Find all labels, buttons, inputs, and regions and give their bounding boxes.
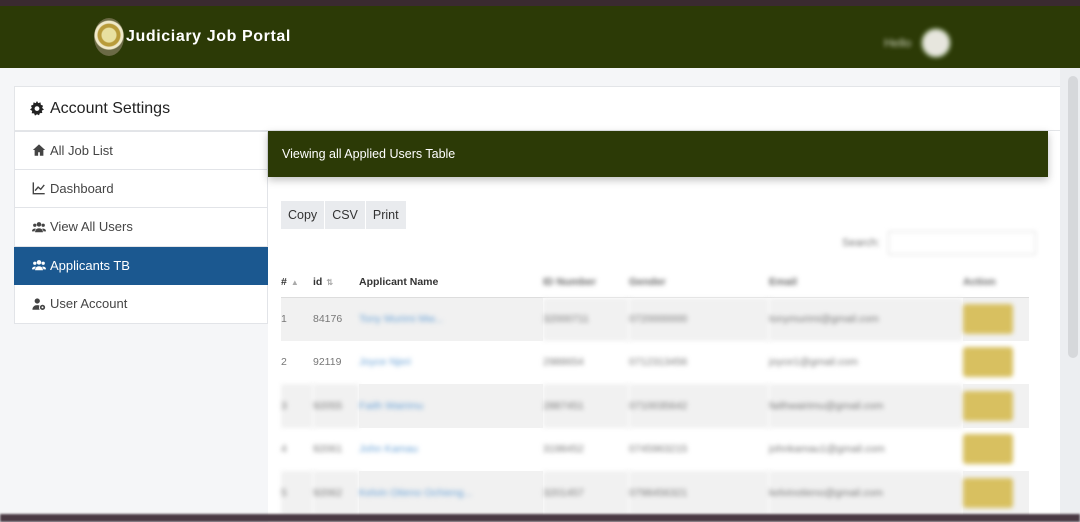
row-id: 92055: [313, 384, 359, 428]
action-cell: [963, 341, 1029, 385]
users-icon: [32, 260, 46, 271]
top-navbar: Judiciary Job Portal Hello: [0, 0, 1080, 68]
gender-cell: 0720000000: [629, 297, 769, 341]
table-row: 5 92062 Kelvin Otieno Ochieng... 3201457…: [281, 471, 1029, 515]
gender-cell: 0712313456: [629, 356, 688, 369]
user-menu[interactable]: Hello: [884, 28, 952, 58]
applicants-card: Viewing all Applied Users Table Copy CSV…: [268, 131, 1060, 522]
row-id: 92062: [313, 471, 359, 515]
window-bottom-edge: [0, 514, 1080, 522]
users-icon: [32, 221, 46, 232]
copy-button[interactable]: Copy: [281, 201, 325, 229]
column-header-action[interactable]: Action: [963, 267, 1029, 298]
scrollbar[interactable]: [1068, 76, 1078, 358]
column-header-id-number[interactable]: ID Number: [543, 267, 629, 298]
table-row: 3 92055 Faith Wairimu 2887451 0710035642…: [281, 384, 1029, 428]
applicant-name-link[interactable]: Tony Murimi Mw...: [359, 313, 443, 325]
gear-icon: [30, 100, 44, 116]
table-row: 1 84176 Tony Murimi Mw... 32000711 07200…: [281, 297, 1029, 341]
sidebar-item-all-job-list[interactable]: All Job List: [14, 131, 268, 170]
sidebar-item-view-all-users[interactable]: View All Users: [14, 208, 268, 247]
page-title: Account Settings: [50, 99, 171, 117]
gender-cell: 0798456321: [629, 471, 769, 515]
action-button[interactable]: [963, 477, 1013, 508]
sort-icon: ⇅: [326, 277, 334, 287]
action-cell: [963, 428, 1029, 472]
id-number-cell: 2988654: [543, 356, 584, 369]
action-cell: [963, 384, 1029, 428]
card-header: Viewing all Applied Users Table: [268, 131, 1048, 177]
email-cell: kelvinotieno@gmail.com: [769, 471, 963, 515]
email-cell: johnkamau1@gmail.com: [769, 443, 885, 456]
email-cell: joyce1@gmail.com: [769, 356, 858, 369]
applicant-name-link[interactable]: Joyce Njeri: [359, 356, 411, 368]
sidebar-item-dashboard[interactable]: Dashboard: [14, 169, 268, 208]
email-cell: faithwairimu@gmail.com: [769, 384, 963, 428]
row-id: 92061: [313, 443, 343, 456]
home-icon: [32, 144, 46, 156]
avatar[interactable]: [921, 28, 952, 58]
sidebar: All Job List Dashboard View All Users Ap…: [14, 131, 268, 324]
action-cell: [963, 471, 1029, 515]
sidebar-item-label: All Job List: [50, 142, 113, 158]
applicant-name-cell: Tony Murimi Mw...: [359, 297, 543, 341]
id-number-cell: 3201457: [543, 471, 629, 515]
row-number: 5: [281, 471, 313, 515]
search-input[interactable]: [887, 231, 1036, 255]
table-header-row: # ▲ id ⇅ Applicant Name ID Number Gender E…: [281, 267, 1029, 298]
column-header-id[interactable]: id ⇅: [313, 267, 359, 298]
search-label: Search:: [842, 237, 880, 249]
print-button[interactable]: Print: [365, 201, 406, 229]
action-button[interactable]: [963, 434, 1013, 465]
applicant-name-link[interactable]: Faith Wairimu: [359, 400, 423, 412]
csv-button[interactable]: CSV: [325, 201, 365, 229]
id-number-cell: 3198452: [543, 443, 584, 456]
table-row: 4 92061 John Kamau 3198452 0745963215 jo…: [281, 428, 1029, 472]
action-button[interactable]: [963, 390, 1013, 421]
column-header-applicant-name[interactable]: Applicant Name: [359, 267, 543, 298]
sidebar-item-applicants-tb[interactable]: Applicants TB: [14, 246, 268, 285]
email-cell: tonymurimi@gmail.com: [769, 297, 963, 341]
sidebar-item-label: Dashboard: [50, 180, 114, 196]
sidebar-item-user-account[interactable]: User Account: [14, 285, 268, 324]
applicant-name-cell: Kelvin Otieno Ochieng...: [359, 471, 543, 515]
gender-cell: 0745963215: [629, 443, 688, 456]
export-buttons: Copy CSV Print: [281, 201, 407, 229]
applicant-name-cell: Joyce Njeri: [359, 341, 543, 385]
action-cell: [963, 297, 1029, 341]
sort-icon: ▲: [290, 277, 299, 287]
row-number: 2: [281, 356, 287, 369]
gender-cell: 0710035642: [629, 384, 769, 428]
user-cog-icon: [32, 298, 46, 310]
row-id: 92119: [313, 356, 342, 369]
id-number-cell: 32000711: [543, 297, 629, 341]
card-title: Viewing all Applied Users Table: [282, 147, 456, 161]
row-number: 4: [281, 443, 287, 456]
chart-line-icon: [32, 182, 45, 195]
applicant-name-cell: John Kamau: [359, 428, 543, 472]
account-settings-header: Account Settings: [14, 86, 1066, 131]
action-button[interactable]: [963, 347, 1013, 378]
column-header-email[interactable]: Email: [769, 267, 963, 298]
table-search: Search:: [842, 231, 1036, 255]
row-id: 84176: [313, 297, 359, 341]
brand-title: Judiciary Job Portal: [126, 28, 291, 45]
id-number-cell: 2887451: [543, 384, 629, 428]
row-number: 3: [281, 384, 313, 428]
column-header-gender[interactable]: Gender: [629, 267, 769, 298]
brand[interactable]: Judiciary Job Portal: [94, 18, 291, 56]
sidebar-item-label: User Account: [50, 296, 128, 312]
applicants-table: # ▲ id ⇅ Applicant Name ID Number Gender E…: [281, 267, 1029, 515]
applicant-name-cell: Faith Wairimu: [359, 384, 543, 428]
column-header-number[interactable]: # ▲: [281, 267, 313, 298]
judiciary-seal-icon: [94, 18, 124, 56]
row-number: 1: [281, 297, 313, 341]
user-name: Hello: [884, 36, 912, 50]
table-row: 2 92119 Joyce Njeri 2988654 0712313456 j…: [281, 341, 1029, 385]
applicant-name-link[interactable]: John Kamau: [359, 443, 418, 455]
applicant-name-link[interactable]: Kelvin Otieno Ochieng...: [359, 487, 472, 499]
action-button[interactable]: [963, 304, 1013, 334]
sidebar-item-label: View All Users: [50, 219, 133, 235]
sidebar-item-label: Applicants TB: [50, 257, 130, 273]
